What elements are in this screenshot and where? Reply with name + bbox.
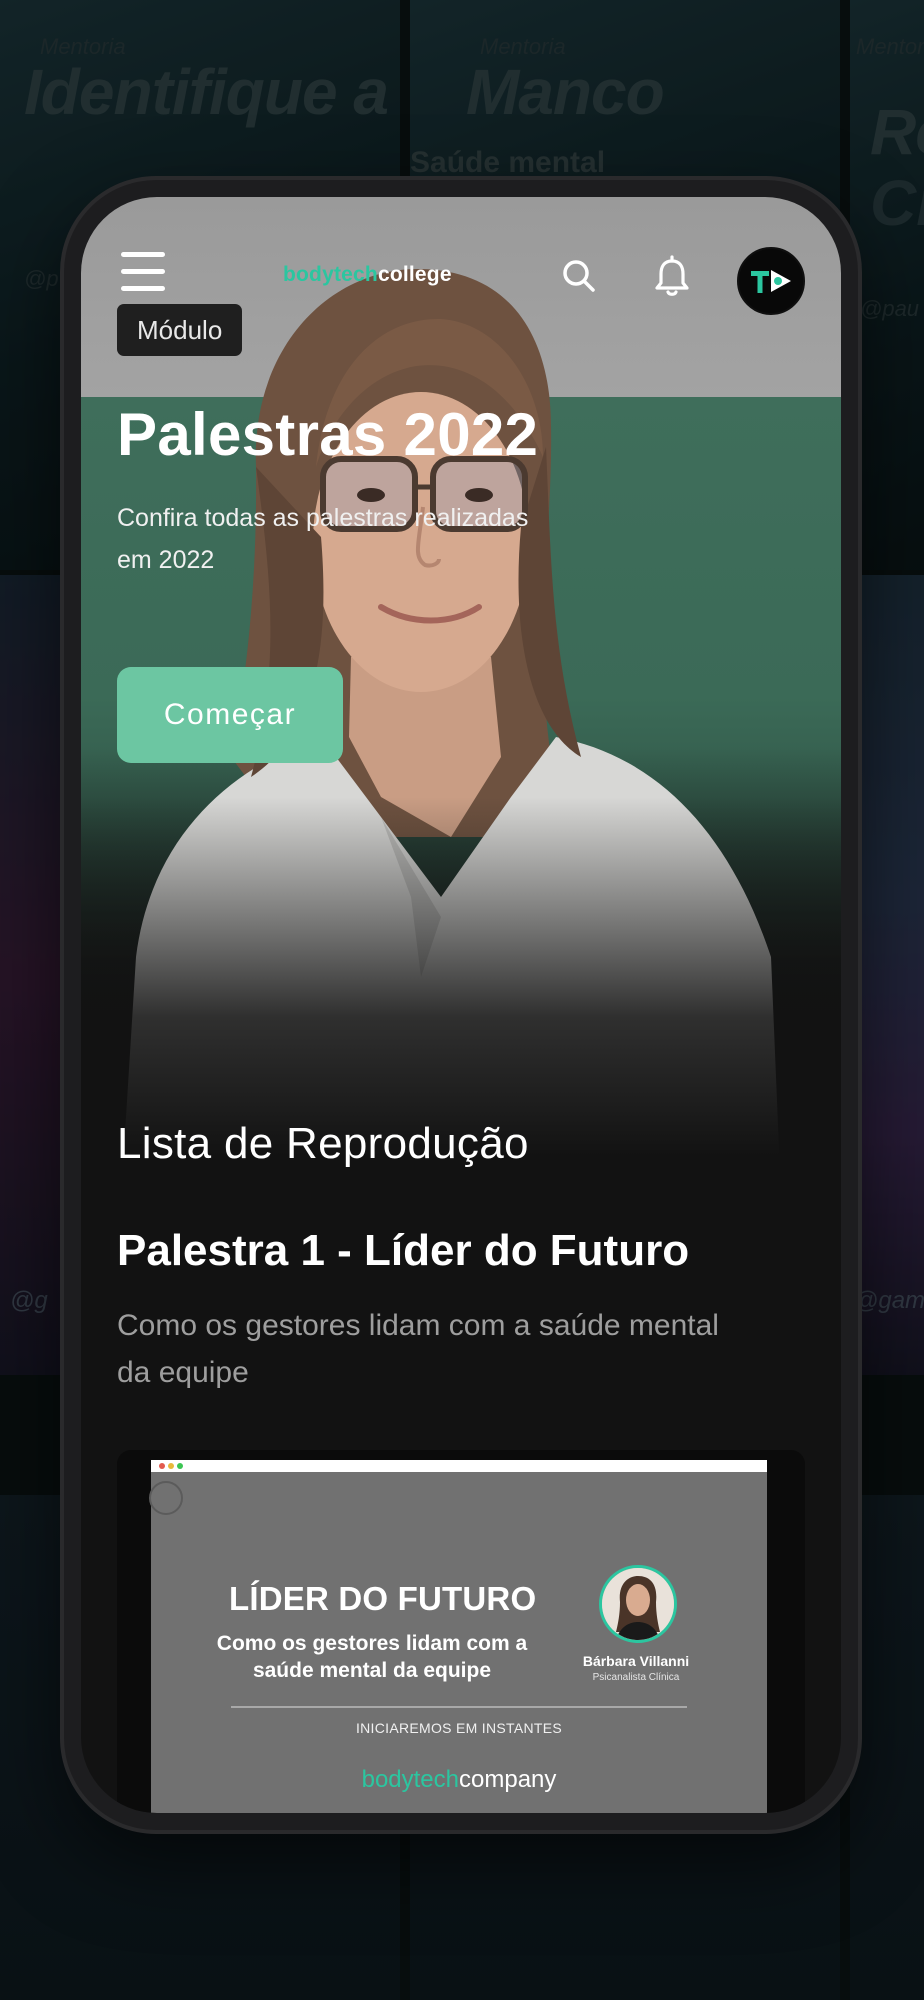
search-icon[interactable] xyxy=(556,253,604,301)
slide-window-bar xyxy=(151,1460,767,1472)
window-dot-red-icon xyxy=(159,1463,165,1469)
thumbnail-status: INICIAREMOS EM INSTANTES xyxy=(355,1720,563,1736)
presenter-role: Psicanalista Clínica xyxy=(592,1672,680,1683)
logo-part-2: college xyxy=(377,263,452,286)
slide-circle-icon xyxy=(149,1481,183,1515)
start-button[interactable]: Começar xyxy=(117,667,343,763)
top-app-bar: bodytechcollege Módulo xyxy=(81,197,841,357)
hero-title: Palestras 2022 xyxy=(117,401,539,468)
hamburger-icon[interactable] xyxy=(121,252,165,292)
video-thumbnail[interactable]: LÍDER DO FUTURO Como os gestores lidam c… xyxy=(117,1450,805,1813)
presenter-avatar xyxy=(599,1565,677,1643)
thumbnail-subheading: Como os gestores lidam com a saúde menta… xyxy=(216,1632,528,1682)
hero-subtitle: Confira todas as palestras realizadas em… xyxy=(117,504,529,574)
window-dot-yellow-icon xyxy=(168,1463,174,1469)
thumbnail-brand-logo: bodytechcompany xyxy=(231,1766,687,1794)
logo-part-1: bodytech xyxy=(283,263,378,286)
brand-part-2: company xyxy=(459,1766,557,1793)
slide-divider xyxy=(231,1706,687,1708)
module-badge: Módulo xyxy=(117,304,243,356)
bell-icon[interactable] xyxy=(648,253,696,301)
window-dot-green-icon xyxy=(177,1463,183,1469)
playlist-item-description: Como os gestores lidam com a saúde menta… xyxy=(117,1309,719,1389)
playlist-item-title[interactable]: Palestra 1 - Líder do Futuro xyxy=(117,1229,689,1273)
app-logo[interactable]: bodytechcollege xyxy=(283,263,452,287)
thumbnail-slide: LÍDER DO FUTURO Como os gestores lidam c… xyxy=(149,1460,767,1813)
thumbnail-heading: LÍDER DO FUTURO xyxy=(229,1580,537,1617)
brand-part-1: bodytech xyxy=(361,1766,459,1793)
playlist-section-title: Lista de Reprodução xyxy=(117,1119,529,1168)
user-avatar[interactable] xyxy=(737,247,805,315)
phone-frame: bodytechcollege Módulo Palestras 2022 Co… xyxy=(64,180,858,1830)
presenter-name: Bárbara Villanni xyxy=(582,1653,690,1669)
app-screen: bodytechcollege Módulo Palestras 2022 Co… xyxy=(81,197,841,1813)
